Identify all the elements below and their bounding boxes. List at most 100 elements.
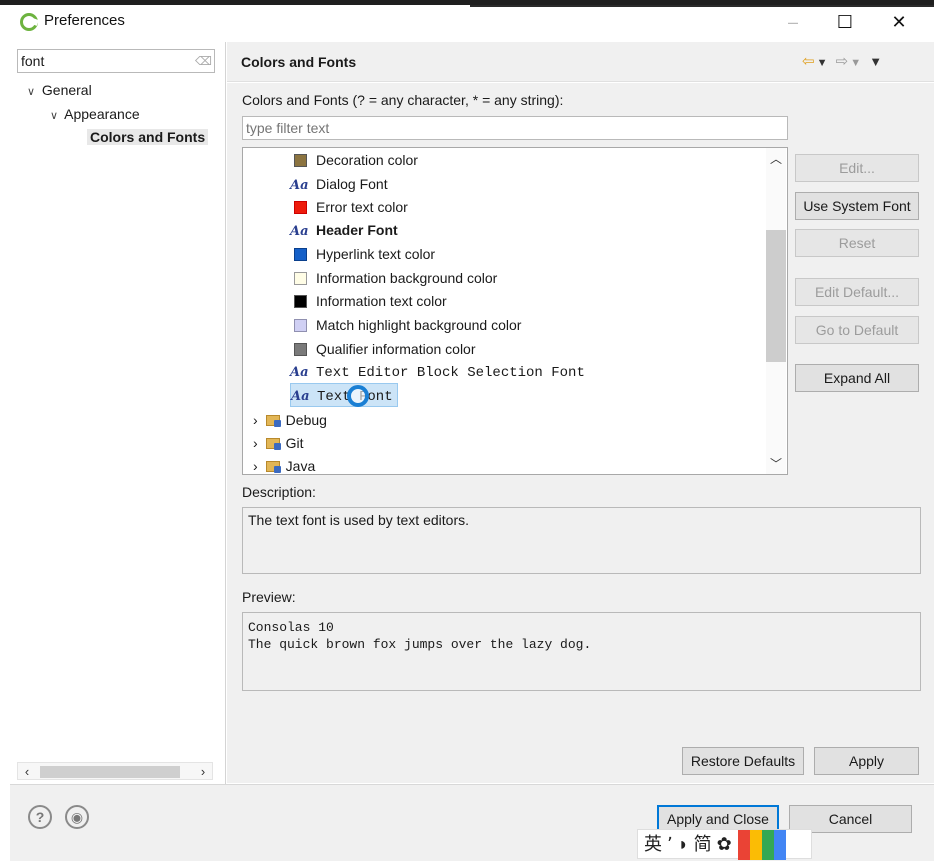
color-swatch-icon <box>294 319 307 332</box>
list-item[interactable]: Information text color <box>290 290 447 312</box>
list-item[interactable]: Decoration color <box>290 149 418 171</box>
tree-node-appearance[interactable]: ∨ Appearance <box>47 103 140 125</box>
font-icon: Aa <box>290 365 309 380</box>
tree-node-label: Colors and Fonts <box>87 129 209 145</box>
scroll-thumb[interactable] <box>40 766 180 778</box>
chevron-right-icon[interactable]: › <box>253 458 258 474</box>
tree-category-debug[interactable]: › Debug <box>253 409 327 431</box>
left-horizontal-scrollbar[interactable]: ‹ › <box>17 762 213 780</box>
list-item[interactable]: Information background color <box>290 267 497 289</box>
ime-status: 英 ٬ ◗ 简 ✿ <box>644 834 732 854</box>
folder-icon <box>265 415 281 427</box>
item-label: Decoration color <box>316 152 418 168</box>
logo-yellow-bar <box>749 830 762 860</box>
logo-red-bar <box>737 830 750 860</box>
minimize-button[interactable]: – <box>770 7 816 37</box>
item-label: Text Editor Block Selection Font <box>316 365 585 381</box>
page-title: Colors and Fonts <box>241 54 357 70</box>
view-menu-icon[interactable]: ▼ <box>869 54 884 69</box>
help-icon[interactable]: ? <box>28 805 52 829</box>
category-label: Debug <box>285 412 327 428</box>
use-system-font-button[interactable]: Use System Font <box>795 192 919 220</box>
color-swatch-icon <box>294 343 307 356</box>
color-swatch-icon <box>294 201 307 214</box>
logo-blue-bar <box>773 830 786 860</box>
logo-green-bar <box>761 830 774 860</box>
chevron-right-icon[interactable]: › <box>253 435 258 451</box>
expand-all-button[interactable]: Expand All <box>795 364 919 392</box>
go-to-default-button[interactable]: Go to Default <box>795 316 919 344</box>
spring-app-icon <box>20 13 38 31</box>
scroll-thumb[interactable] <box>766 230 786 362</box>
list-item[interactable]: Aa Dialog Font <box>290 173 388 195</box>
forward-menu-icon[interactable]: ▼ <box>850 57 863 69</box>
forward-arrow-icon[interactable]: ⇨ <box>836 53 851 70</box>
window-title: Preferences <box>44 12 125 29</box>
preview-text: Consolas 10 The quick brown fox jumps ove… <box>248 619 591 653</box>
back-menu-icon[interactable]: ▼ <box>817 57 830 69</box>
edit-default-button[interactable]: Edit Default... <box>795 278 919 306</box>
close-button[interactable]: ✕ <box>876 7 922 37</box>
tree-category-git[interactable]: › Git <box>253 432 304 454</box>
tree-node-label: General <box>41 82 92 98</box>
maximize-button[interactable]: ☐ <box>822 7 868 37</box>
edit-button[interactable]: Edit... <box>795 154 919 182</box>
scroll-left-icon[interactable]: ‹ <box>18 763 36 781</box>
filter-label: Colors and Fonts (? = any character, * =… <box>242 92 564 108</box>
color-swatch-icon <box>294 154 307 167</box>
item-label: Header Font <box>316 222 398 238</box>
font-icon: Aa <box>290 178 309 193</box>
chevron-down-icon[interactable]: ∨ <box>24 81 38 103</box>
selected-list-item[interactable]: Aa Text Font <box>290 383 398 407</box>
list-item[interactable]: Hyperlink text color <box>290 243 435 265</box>
list-item[interactable]: Match highlight background color <box>290 314 521 336</box>
scroll-up-icon[interactable]: ︿ <box>766 150 786 167</box>
item-label: Qualifier information color <box>316 341 476 357</box>
reset-button[interactable]: Reset <box>795 229 919 257</box>
preferences-tree-panel <box>10 42 226 784</box>
list-item[interactable]: Aa Header Font <box>290 219 398 241</box>
description-text: The text font is used by text editors. <box>248 512 469 528</box>
import-export-icon[interactable]: ◉ <box>65 805 89 829</box>
item-label: Match highlight background color <box>316 317 522 333</box>
preference-search-input[interactable]: font <box>17 49 215 73</box>
preview-label: Preview: <box>242 589 296 605</box>
back-arrow-icon[interactable]: ⇦ <box>802 53 817 70</box>
item-label: Error text color <box>316 199 408 215</box>
folder-icon <box>265 438 281 450</box>
filter-input[interactable] <box>242 116 788 140</box>
category-label: Java <box>285 458 316 474</box>
tree-vertical-scrollbar[interactable]: ︿ ﹀ <box>766 148 786 474</box>
color-swatch-icon <box>294 295 307 308</box>
tree-node-label: Appearance <box>64 106 140 122</box>
font-icon: Aa <box>290 224 309 239</box>
font-icon: Aa <box>291 389 310 404</box>
category-label: Git <box>285 435 304 451</box>
list-item[interactable]: Qualifier information color <box>290 338 476 360</box>
chevron-right-icon[interactable]: › <box>253 412 258 428</box>
mouse-cursor-indicator <box>347 385 369 407</box>
restore-defaults-button[interactable]: Restore Defaults <box>682 747 804 775</box>
tree-node-general[interactable]: ∨ General <box>24 79 92 101</box>
item-label: Dialog Font <box>316 176 388 192</box>
apply-button[interactable]: Apply <box>814 747 919 775</box>
folder-icon <box>265 461 281 473</box>
preview-font-name: Consolas 10 <box>248 620 334 635</box>
history-navigation[interactable]: ⇦▼ ⇨▼ ▼ <box>802 52 884 70</box>
tree-node-colors-and-fonts[interactable]: Colors and Fonts <box>87 126 209 148</box>
scroll-down-icon[interactable]: ﹀ <box>766 455 786 472</box>
preview-sample: The quick brown fox jumps over the lazy … <box>248 637 592 652</box>
tree-category-java[interactable]: › Java <box>253 455 315 477</box>
item-label: Hyperlink text color <box>316 246 436 262</box>
description-label: Description: <box>242 484 316 500</box>
ime-toolbar[interactable]: 英 ٬ ◗ 简 ✿ <box>637 829 812 860</box>
color-swatch-icon <box>294 272 307 285</box>
color-swatch-icon <box>294 248 307 261</box>
chevron-down-icon[interactable]: ∨ <box>47 105 61 127</box>
item-label: Information text color <box>316 293 447 309</box>
list-item[interactable]: Aa Text Editor Block Selection Font <box>290 360 585 382</box>
clear-search-icon[interactable]: ⌫ <box>195 54 212 68</box>
item-label: Information background color <box>316 270 498 286</box>
list-item[interactable]: Error text color <box>290 196 408 218</box>
scroll-right-icon[interactable]: › <box>194 763 212 781</box>
